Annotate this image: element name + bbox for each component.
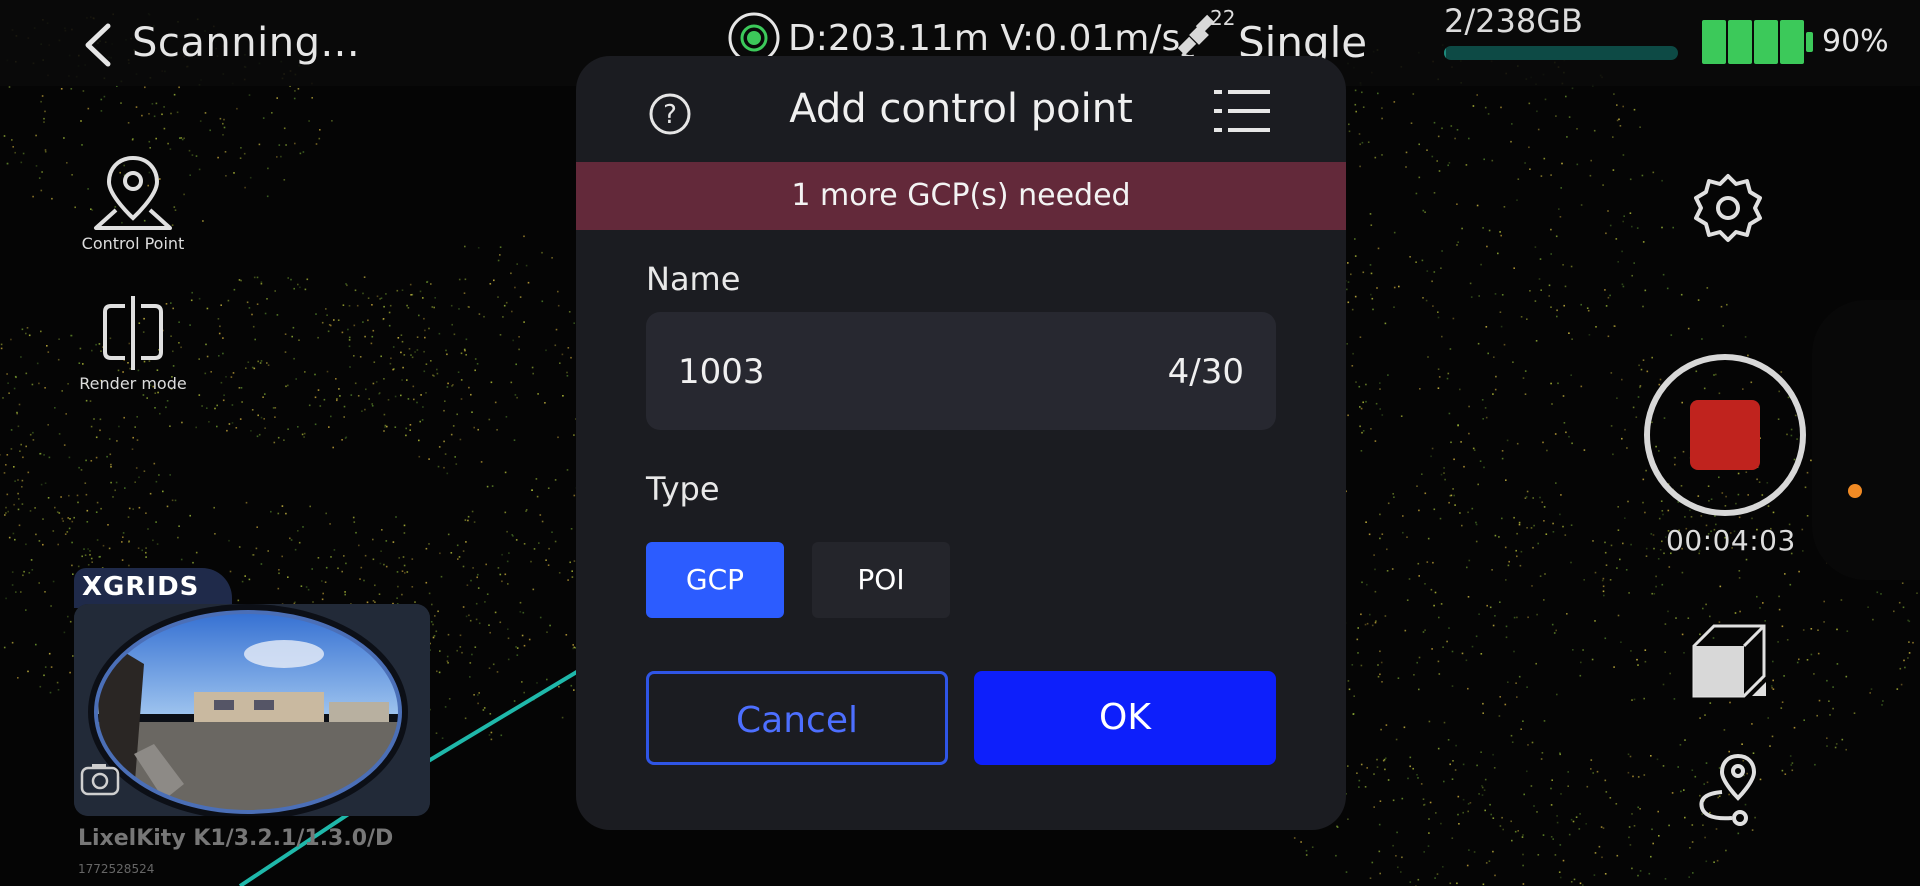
camera-preview[interactable] — [74, 604, 430, 816]
name-value: 1003 — [678, 352, 765, 392]
name-input[interactable]: 1003 4/30 — [646, 312, 1276, 430]
add-control-point-dialog: ? Add control point 1 more GCP(s) needed… — [576, 56, 1346, 830]
gear-icon[interactable] — [1692, 172, 1764, 244]
page-title: Scanning... — [132, 20, 361, 66]
battery-icon — [1702, 20, 1813, 64]
distance-velocity-readout: D:203.11m V:0.01m/s — [788, 18, 1181, 59]
satellite-count: 22 — [1210, 6, 1236, 30]
type-poi-button[interactable]: POI — [812, 542, 950, 618]
storage-readout: 2/238GB — [1444, 2, 1583, 40]
cancel-button[interactable]: Cancel — [646, 671, 948, 765]
recording-timer: 00:04:03 — [1666, 524, 1796, 557]
location-pin-icon — [94, 155, 172, 230]
ok-button[interactable]: OK — [974, 671, 1276, 765]
storage-bar-fill — [1444, 46, 1447, 60]
list-icon[interactable] — [1212, 86, 1272, 136]
status-dot — [1848, 484, 1862, 498]
side-panel — [1812, 300, 1920, 580]
render-mode-label: Render mode — [79, 374, 187, 393]
device-info: LixelKity K1/3.2.1/1.3.0/D — [78, 826, 394, 851]
control-point-button[interactable]: Control Point — [76, 152, 190, 253]
name-char-counter: 4/30 — [1167, 352, 1244, 392]
render-mode-button[interactable]: Render mode — [76, 294, 190, 393]
split-view-icon — [103, 296, 163, 370]
type-label: Type — [646, 470, 720, 508]
battery-percent: 90% — [1822, 24, 1889, 59]
storage-bar — [1444, 46, 1678, 60]
control-point-label: Control Point — [81, 234, 185, 253]
stop-icon — [1690, 400, 1760, 470]
fisheye-image — [74, 604, 430, 816]
cube-icon[interactable] — [1690, 620, 1770, 700]
device-serial: 1772528524 — [78, 862, 155, 876]
route-pin-icon[interactable] — [1692, 752, 1768, 830]
gcp-warning-banner: 1 more GCP(s) needed — [576, 162, 1346, 230]
brand-logo: XGRIDS — [82, 572, 200, 602]
type-gcp-button[interactable]: GCP — [646, 542, 784, 618]
back-arrow-icon[interactable] — [80, 22, 114, 68]
record-stop-button[interactable] — [1644, 354, 1806, 516]
name-label: Name — [646, 260, 741, 298]
